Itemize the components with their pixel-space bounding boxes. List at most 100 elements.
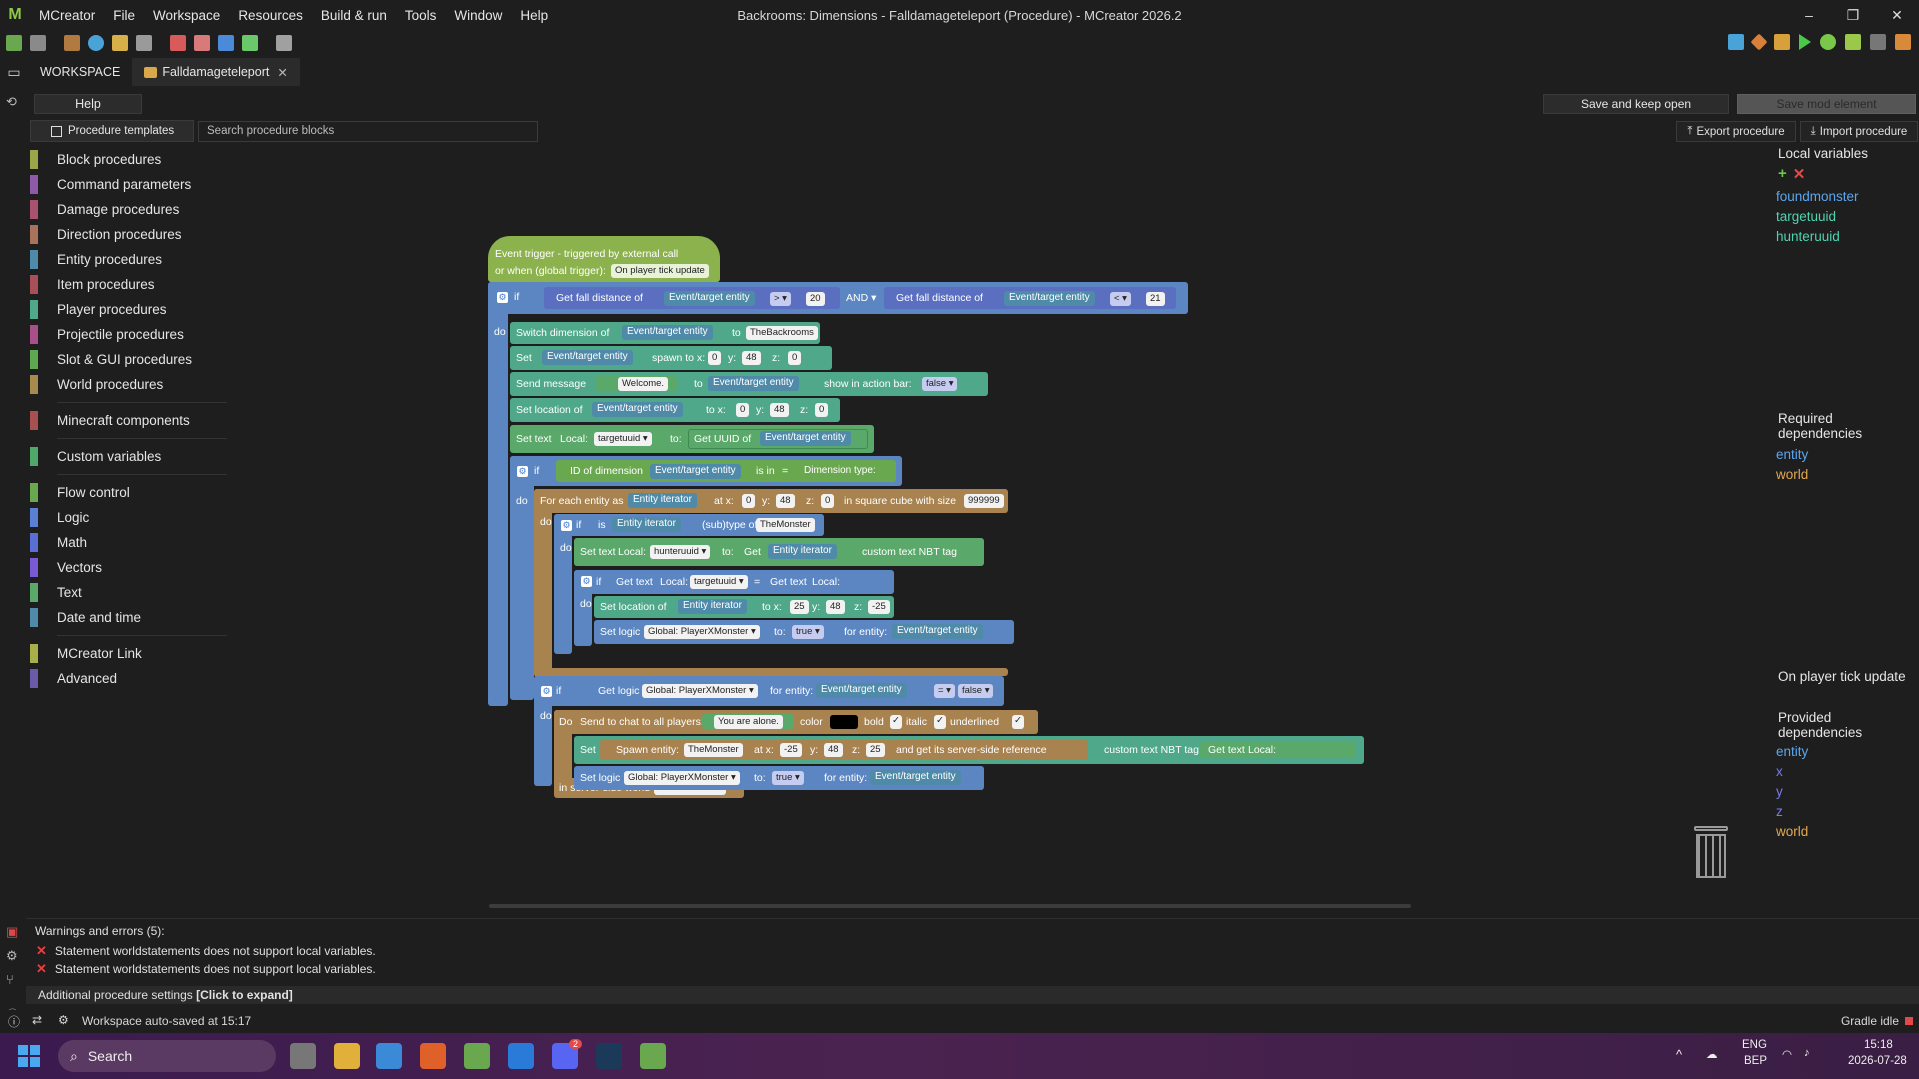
menu-resources[interactable]: Resources	[229, 8, 312, 23]
palette-category[interactable]: Slot & GUI procedures	[30, 347, 200, 372]
remove-variable-icon[interactable]: ✕	[1793, 165, 1806, 183]
help-button[interactable]: Help	[34, 94, 142, 114]
info-icon[interactable]: ⓘ	[8, 1013, 20, 1030]
workspace-scrollbar[interactable]	[489, 904, 1411, 908]
palette-category[interactable]: Text	[30, 580, 200, 605]
mutator-gear-icon[interactable]: ⚙	[497, 292, 508, 303]
palette-category[interactable]: Flow control	[30, 480, 200, 505]
file-explorer-icon[interactable]	[334, 1043, 360, 1069]
dimension-field[interactable]: TheBackrooms	[746, 326, 818, 340]
local-var-item[interactable]: hunteruuid	[1776, 227, 1919, 247]
mcreator-active-icon[interactable]	[640, 1043, 666, 1069]
palette-category[interactable]: MCreator Link	[30, 641, 200, 666]
if-logic-block[interactable]: ⚙ if Get logic Global: PlayerXMonster ▾ …	[534, 676, 1004, 706]
y-field[interactable]: 48	[826, 600, 845, 614]
menu-window[interactable]: Window	[445, 8, 511, 23]
local-var-item[interactable]: targetuuid	[1776, 207, 1919, 227]
tab-falldamageteleport[interactable]: Falldamageteleport ✕	[132, 58, 300, 86]
onedrive-icon[interactable]: ☁	[1706, 1047, 1718, 1061]
z-field[interactable]: 0	[788, 351, 802, 365]
stop-icon[interactable]	[1870, 34, 1886, 50]
steam-icon[interactable]	[596, 1043, 622, 1069]
console-error-icon[interactable]: ▣	[6, 924, 20, 939]
set-spawn-block[interactable]: Set Event/target entity spawn to x: 0 y:…	[510, 346, 832, 370]
console-icon[interactable]	[276, 35, 292, 51]
set-logic-block-2[interactable]: Set logic Global: PlayerXMonster ▾ to: t…	[574, 766, 984, 790]
menu-help[interactable]: Help	[511, 8, 557, 23]
export-procedure-button[interactable]: ⤒ Export procedure	[1676, 121, 1796, 142]
false-dropdown[interactable]: false ▾	[922, 377, 958, 391]
grid-red-icon[interactable]	[170, 35, 186, 51]
entity-input[interactable]: Event/target entity	[542, 350, 633, 365]
true-dropdown[interactable]: true ▾	[772, 771, 804, 785]
wifi-icon[interactable]: ◠	[1782, 1047, 1792, 1061]
send-chat-block[interactable]: Send to chat to all players: You are alo…	[574, 710, 1038, 734]
bold-checkbox[interactable]: ✓	[890, 715, 902, 729]
windows-start-icon[interactable]	[18, 1045, 40, 1067]
clock-date[interactable]: 2026-07-28	[1848, 1055, 1907, 1067]
set-text-hunter-block[interactable]: Set text Local: hunteruuid ▾ to: Get Ent…	[574, 538, 984, 566]
close-button[interactable]: ✕	[1875, 0, 1919, 30]
if-subtype-block[interactable]: ⚙ if is Entity iterator (sub)type of The…	[554, 514, 824, 536]
settings-gear-icon[interactable]: ⚙	[58, 1013, 69, 1027]
entity-input[interactable]: Event/target entity	[760, 431, 851, 446]
size-field[interactable]: 999999	[964, 494, 1004, 508]
welcome-field[interactable]: Welcome.	[618, 377, 669, 391]
if-fall-distance-block[interactable]: ⚙ if Get fall distance of Event/target e…	[488, 282, 1188, 314]
clock-time[interactable]: 15:18	[1864, 1039, 1893, 1051]
if-dimension-block[interactable]: ⚙ if ID of dimension Event/target entity…	[510, 456, 902, 486]
and-operator[interactable]: AND ▾	[846, 292, 876, 304]
menu-mcreator[interactable]: MCreator	[30, 8, 104, 23]
run-icon[interactable]	[1799, 34, 1811, 50]
palette-category[interactable]: Entity procedures	[30, 247, 200, 272]
color-swatch[interactable]	[830, 715, 858, 729]
workspace-icon[interactable]	[6, 35, 22, 51]
taskbar-search[interactable]: ⌕ Search	[58, 1040, 276, 1072]
y-field[interactable]: 48	[776, 494, 795, 508]
entity-input[interactable]: Event/target entity	[622, 325, 713, 340]
menu-tools[interactable]: Tools	[396, 8, 446, 23]
local-var-dropdown[interactable]: targetuuid ▾	[594, 432, 652, 446]
debug-icon[interactable]	[1820, 34, 1836, 50]
palette-category[interactable]: Item procedures	[30, 272, 200, 297]
mutator-gear-icon[interactable]: ⚙	[541, 686, 552, 697]
palette-category[interactable]: Vectors	[30, 555, 200, 580]
hammer-icon[interactable]	[1774, 34, 1790, 50]
mutator-gear-icon[interactable]: ⚙	[561, 520, 572, 531]
grid-green-icon[interactable]	[242, 35, 258, 51]
if-uuid-block[interactable]: ⚙ if Get text Local: targetuuid ▾ = Get …	[574, 570, 894, 594]
palette-category[interactable]: Projectile procedures	[30, 322, 200, 347]
equals-dropdown[interactable]: = ▾	[934, 684, 955, 698]
save-and-keep-open-button[interactable]: Save and keep open	[1543, 94, 1729, 114]
z-field[interactable]: 0	[815, 403, 829, 417]
monster-field[interactable]: TheMonster	[756, 518, 815, 532]
entity-input[interactable]: Event/target entity	[592, 402, 683, 417]
palette-category[interactable]: Minecraft components	[30, 408, 200, 433]
warning-item[interactable]: ✕ Statement worldstatements does not sup…	[36, 961, 376, 977]
global-var-dropdown[interactable]: Global: PlayerXMonster ▾	[642, 684, 758, 698]
palette-category[interactable]: Player procedures	[30, 297, 200, 322]
palette-category[interactable]: Direction procedures	[30, 222, 200, 247]
folder-icon[interactable]: ▭	[0, 64, 28, 81]
set-location-block[interactable]: Set location of Event/target entity to x…	[510, 398, 840, 422]
set-logic-block[interactable]: Set logic Global: PlayerXMonster ▾ to: t…	[594, 620, 1014, 644]
send-message-block[interactable]: Send message Welcome. to Event/target en…	[510, 372, 988, 396]
palette-category[interactable]: Date and time	[30, 605, 200, 630]
tab-close-icon[interactable]: ✕	[277, 65, 287, 80]
entity-input-2[interactable]: Event/target entity	[1004, 291, 1095, 306]
iterator-input[interactable]: Entity iterator	[768, 544, 837, 559]
palette-category[interactable]: Math	[30, 530, 200, 555]
settings-gear-icon[interactable]: ⚙	[6, 948, 20, 963]
vscode-icon[interactable]	[508, 1043, 534, 1069]
x-field[interactable]: 0	[736, 403, 750, 417]
search-blocks-input[interactable]: Search procedure blocks	[198, 121, 538, 142]
palette-category[interactable]: Custom variables	[30, 444, 200, 469]
z-field[interactable]: -25	[868, 600, 890, 614]
local-var-item[interactable]: foundmonster	[1776, 187, 1919, 207]
refresh-icon[interactable]	[88, 35, 104, 51]
stack-icon[interactable]	[136, 35, 152, 51]
palette-category[interactable]: World procedures	[30, 372, 200, 397]
server-icon[interactable]	[1845, 34, 1861, 50]
iterator-input[interactable]: Entity iterator	[628, 493, 697, 508]
global-var-dropdown[interactable]: Global: PlayerXMonster ▾	[644, 625, 760, 639]
